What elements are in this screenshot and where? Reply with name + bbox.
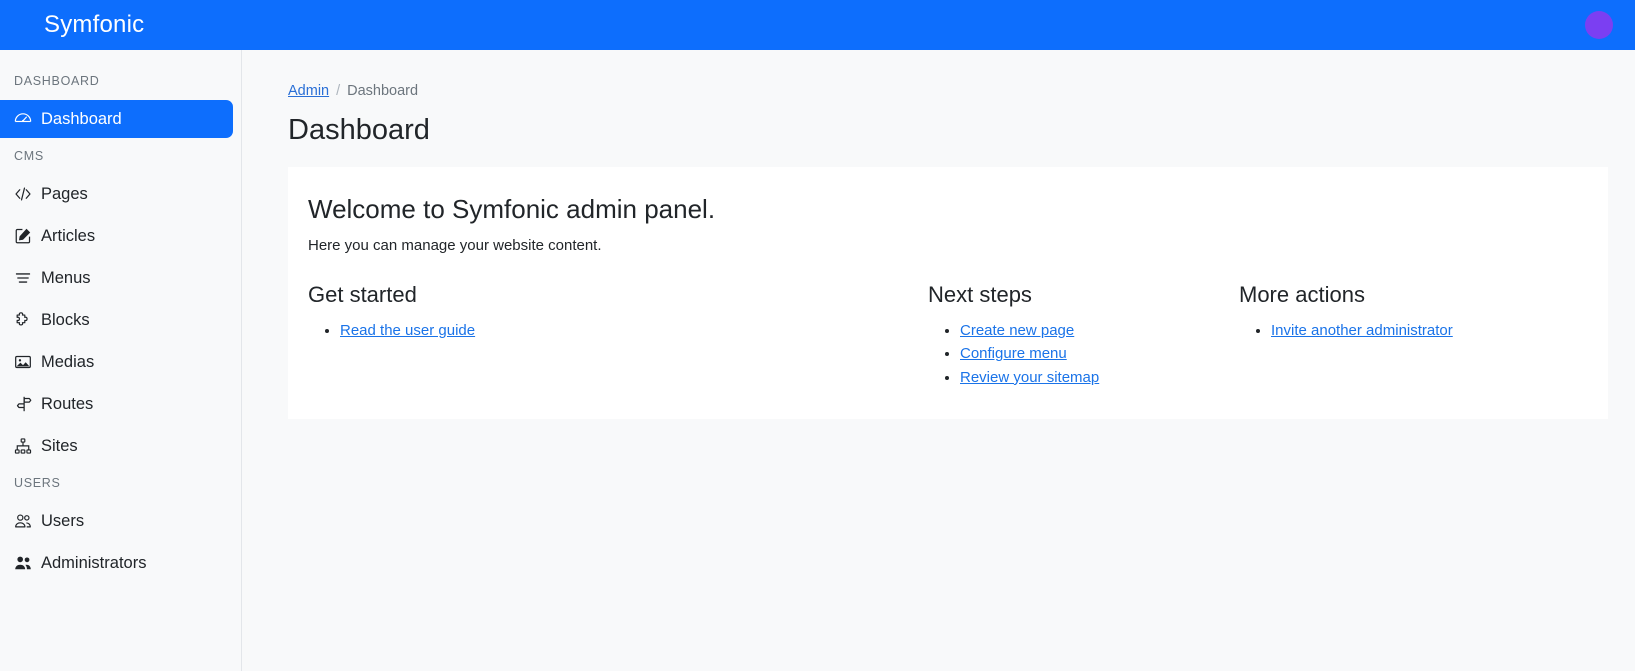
list-item: Invite another administrator (1271, 319, 1579, 343)
signpost-icon (14, 395, 32, 413)
sidebar-navigation: DASHBOARD Dashboard CMS Pages Articles Menus B… (0, 50, 242, 671)
sidebar-item-pages[interactable]: Pages (0, 175, 233, 213)
breadcrumb-separator: / (336, 83, 341, 99)
card-column-heading: Next steps (928, 282, 1032, 308)
people-outline-icon (14, 512, 32, 530)
card-column: Next steps Create new page Configure menu R… (928, 281, 1239, 389)
sidebar-item-label: Sites (41, 436, 78, 455)
sidebar-item-sites[interactable]: Sites (0, 427, 233, 465)
card-column: More actions Invite another administrator (1239, 281, 1579, 342)
sidebar-section-label: CMS (14, 149, 44, 163)
sidebar-section-label: USERS (14, 476, 61, 490)
card-column-heading: Get started (308, 282, 417, 308)
card-column: Get started Read the user guide (308, 281, 928, 342)
card-link-read-the-user-guide[interactable]: Read the user guide (340, 322, 475, 339)
sidebar-item-label: Blocks (41, 310, 90, 329)
pencil-square-icon (14, 227, 32, 245)
list-item: Configure menu (960, 342, 1239, 366)
card-column-heading: More actions (1239, 282, 1365, 308)
card-link-create-new-page[interactable]: Create new page (960, 322, 1074, 339)
sidebar-item-dashboard[interactable]: Dashboard (0, 100, 233, 138)
list-lines-icon (14, 269, 32, 287)
code-icon (14, 185, 32, 203)
sidebar-item-label: Articles (41, 226, 96, 245)
card-column-link-list: Create new page Configure menu Review your… (928, 319, 1239, 390)
sidebar-item-users[interactable]: Users (0, 502, 233, 540)
sidebar-item-medias[interactable]: Medias (0, 343, 233, 381)
puzzle-piece-icon (14, 311, 32, 329)
sidebar-item-label: Administrators (41, 553, 147, 572)
sidebar-item-label: Routes (41, 394, 94, 413)
sidebar-item-label: Menus (41, 268, 91, 287)
breadcrumb-current: Dashboard (347, 83, 419, 99)
sidebar-item-routes[interactable]: Routes (0, 385, 233, 423)
breadcrumb-link-admin[interactable]: Admin (288, 83, 329, 99)
user-avatar[interactable] (1585, 11, 1613, 39)
sidebar-section-label: DASHBOARD (14, 74, 100, 88)
list-item: Read the user guide (340, 319, 928, 343)
sidebar-item-articles[interactable]: Articles (0, 217, 233, 255)
welcome-card-subtitle: Here you can manage your website content… (308, 237, 602, 255)
app-brand-logo[interactable]: Symfonic (44, 13, 144, 37)
sidebar-item-label: Pages (41, 184, 88, 203)
people-filled-icon (14, 554, 32, 572)
top-header-bar: Symfonic (0, 0, 1635, 50)
card-link-configure-menu[interactable]: Configure menu (960, 345, 1067, 362)
sidebar-item-menus[interactable]: Menus (0, 259, 233, 297)
main-content: Admin / Dashboard Dashboard Welcome to Sym… (242, 50, 1635, 671)
list-item: Review your sitemap (960, 366, 1239, 390)
gauge-icon (14, 110, 32, 128)
image-icon (14, 353, 32, 371)
card-link-invite-another-administrator[interactable]: Invite another administrator (1271, 322, 1453, 339)
card-column-link-list: Read the user guide (308, 319, 928, 343)
welcome-card: Welcome to Symfonic admin panel. Here yo… (288, 166, 1608, 420)
sidebar-item-blocks[interactable]: Blocks (0, 301, 233, 339)
welcome-card-columns: Get started Read the user guide Next steps… (308, 281, 1586, 389)
card-column-link-list: Invite another administrator (1239, 319, 1579, 343)
page-title: Dashboard (288, 114, 430, 146)
sidebar-item-label: Dashboard (41, 109, 122, 128)
breadcrumb: Admin / Dashboard (288, 81, 1608, 101)
welcome-card-title: Welcome to Symfonic admin panel. (308, 193, 716, 224)
sidebar-item-administrators[interactable]: Administrators (0, 544, 233, 582)
card-link-review-your-sitemap[interactable]: Review your sitemap (960, 369, 1099, 386)
sitemap-icon (14, 437, 32, 455)
sidebar-item-label: Medias (41, 352, 95, 371)
sidebar-item-label: Users (41, 511, 85, 530)
list-item: Create new page (960, 319, 1239, 343)
